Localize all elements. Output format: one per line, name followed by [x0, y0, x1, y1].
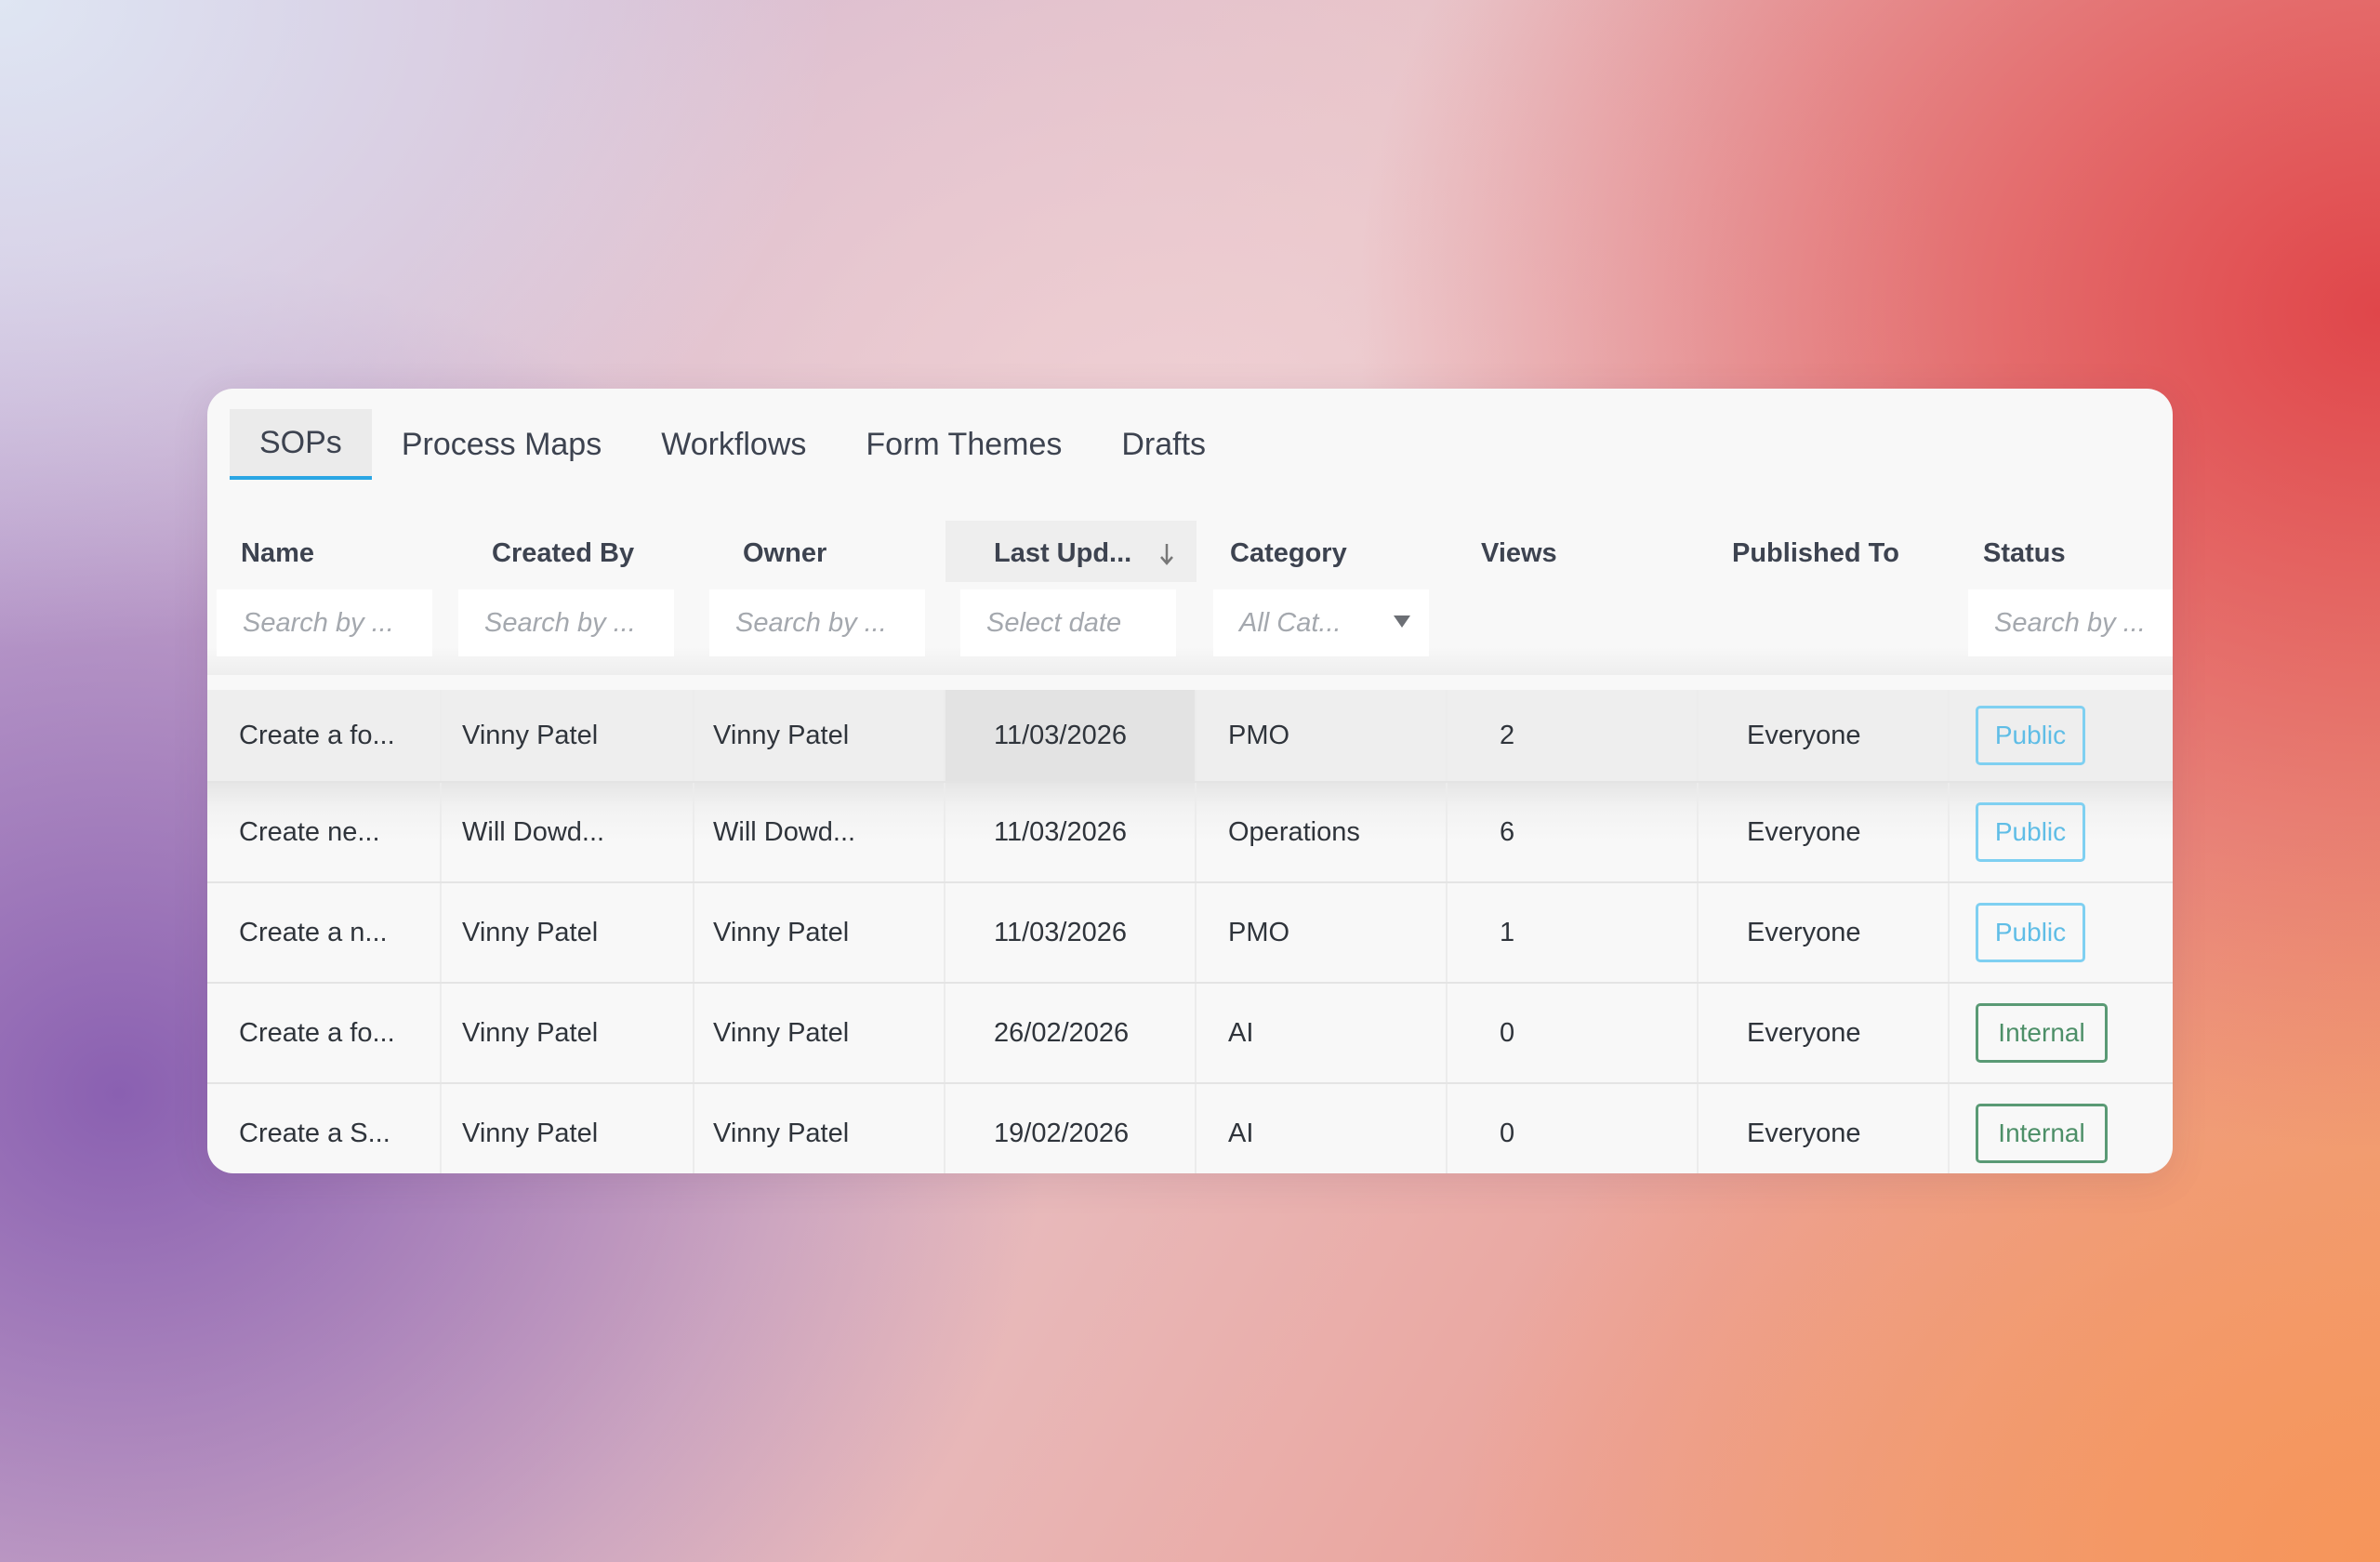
category-dropdown-value: All Cat... — [1239, 607, 1342, 638]
column-header-label: Status — [1983, 537, 2066, 568]
sop-table-panel: SOPs Process Maps Workflows Form Themes … — [207, 389, 2173, 1173]
table-row[interactable]: Create a n... Vinny Patel Vinny Patel 11… — [207, 883, 2173, 984]
cell-owner: Vinny Patel — [694, 1084, 945, 1173]
cell-status: Public — [1950, 883, 2173, 982]
cell-name: Create a S... — [207, 1084, 442, 1173]
cell-published-to: Everyone — [1699, 883, 1950, 982]
cell-published-to: Everyone — [1699, 690, 1950, 781]
table-body: Create a fo... Vinny Patel Vinny Patel 1… — [207, 690, 2173, 1173]
status-badge: Internal — [1976, 1003, 2108, 1063]
column-header-last-updated[interactable]: Last Upd... — [945, 521, 1197, 586]
status-search-input[interactable] — [1994, 607, 2173, 639]
status-badge: Public — [1976, 903, 2085, 962]
cell-last-updated: 26/02/2026 — [945, 984, 1197, 1082]
cell-created-by: Vinny Patel — [443, 883, 694, 982]
column-header-label: Last Upd... — [994, 537, 1132, 568]
cell-views: 6 — [1448, 783, 1699, 881]
tab-drafts[interactable]: Drafts — [1091, 409, 1236, 480]
created-by-search-field[interactable] — [458, 589, 674, 656]
column-header-status[interactable]: Status — [1950, 521, 2173, 586]
column-header-name[interactable]: Name — [207, 521, 458, 586]
cell-category: AI — [1197, 1084, 1448, 1173]
cell-owner: Vinny Patel — [694, 883, 945, 982]
column-header-label: Views — [1481, 537, 1557, 568]
cell-views: 2 — [1448, 690, 1699, 781]
cell-status: Internal — [1950, 984, 2173, 1082]
cell-last-updated: 11/03/2026 — [945, 783, 1197, 881]
cell-last-updated: 11/03/2026 — [945, 690, 1197, 781]
cell-status: Public — [1950, 690, 2173, 781]
column-header-label: Created By — [492, 537, 635, 568]
tab-form-themes[interactable]: Form Themes — [836, 409, 1091, 480]
created-by-search-input[interactable] — [484, 607, 674, 639]
date-select-input[interactable] — [986, 607, 1176, 639]
filter-row: All Cat... — [207, 582, 2173, 675]
cell-status: Public — [1950, 783, 2173, 881]
owner-search-field[interactable] — [709, 589, 925, 656]
table-row[interactable]: Create a fo... Vinny Patel Vinny Patel 1… — [207, 690, 2173, 783]
cell-created-by: Vinny Patel — [443, 1084, 694, 1173]
cell-published-to: Everyone — [1699, 783, 1950, 881]
cell-status: Internal — [1950, 1084, 2173, 1173]
cell-owner: Vinny Patel — [694, 690, 945, 781]
table-row[interactable]: Create ne... Will Dowd... Will Dowd... 1… — [207, 783, 2173, 883]
cell-last-updated: 11/03/2026 — [945, 883, 1197, 982]
cell-name: Create ne... — [207, 783, 442, 881]
cell-name: Create a n... — [207, 883, 442, 982]
cell-owner: Vinny Patel — [694, 984, 945, 1082]
cell-category: PMO — [1197, 690, 1448, 781]
column-header-label: Name — [241, 537, 314, 568]
column-header-label: Category — [1230, 537, 1347, 568]
column-header-created-by[interactable]: Created By — [458, 521, 709, 586]
cell-created-by: Will Dowd... — [443, 783, 694, 881]
column-header-category[interactable]: Category — [1197, 521, 1448, 586]
column-header-label: Owner — [743, 537, 827, 568]
table-row[interactable]: Create a fo... Vinny Patel Vinny Patel 2… — [207, 984, 2173, 1084]
tab-bar: SOPs Process Maps Workflows Form Themes … — [230, 409, 1236, 483]
cell-views: 0 — [1448, 1084, 1699, 1173]
name-search-input[interactable] — [243, 607, 432, 639]
status-badge: Internal — [1976, 1104, 2108, 1163]
cell-views: 1 — [1448, 883, 1699, 982]
cell-name: Create a fo... — [207, 690, 442, 781]
category-dropdown[interactable]: All Cat... — [1213, 589, 1429, 656]
table-row[interactable]: Create a S... Vinny Patel Vinny Patel 19… — [207, 1084, 2173, 1173]
last-updated-date-field[interactable] — [960, 589, 1176, 656]
tab-sops[interactable]: SOPs — [230, 409, 372, 480]
owner-search-input[interactable] — [735, 607, 925, 639]
cell-created-by: Vinny Patel — [443, 984, 694, 1082]
cell-category: AI — [1197, 984, 1448, 1082]
cell-last-updated: 19/02/2026 — [945, 1084, 1197, 1173]
status-badge: Public — [1976, 802, 2085, 862]
tab-process-maps[interactable]: Process Maps — [372, 409, 631, 480]
cell-category: Operations — [1197, 783, 1448, 881]
cell-published-to: Everyone — [1699, 1084, 1950, 1173]
cell-name: Create a fo... — [207, 984, 442, 1082]
column-header-label: Published To — [1732, 537, 1899, 568]
column-header-views[interactable]: Views — [1448, 521, 1699, 586]
column-header-owner[interactable]: Owner — [709, 521, 960, 586]
tab-workflows[interactable]: Workflows — [631, 409, 836, 480]
column-header-published-to[interactable]: Published To — [1699, 521, 1950, 586]
caret-down-icon — [1394, 616, 1410, 628]
cell-views: 0 — [1448, 984, 1699, 1082]
cell-created-by: Vinny Patel — [443, 690, 694, 781]
status-badge: Public — [1976, 706, 2085, 765]
arrow-down-icon[interactable] — [1157, 541, 1176, 567]
cell-published-to: Everyone — [1699, 984, 1950, 1082]
cell-owner: Will Dowd... — [694, 783, 945, 881]
status-search-field[interactable] — [1968, 589, 2173, 656]
name-search-field[interactable] — [217, 589, 432, 656]
cell-category: PMO — [1197, 883, 1448, 982]
